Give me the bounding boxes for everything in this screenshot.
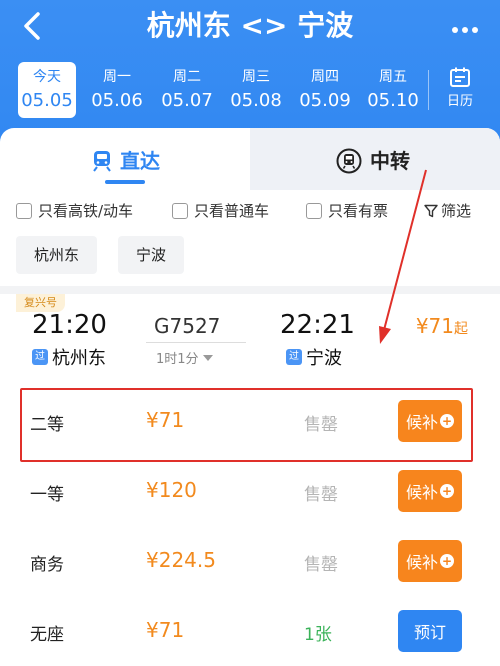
date-item-0507[interactable]: 周二 05.07 (158, 62, 216, 118)
checkbox[interactable] (172, 202, 188, 219)
date-divider (428, 70, 429, 110)
seat-price: ¥71 (146, 408, 185, 432)
filter-bar: 只看高铁/动车 只看普通车 只看有票 筛选 (16, 200, 486, 222)
seat-price: ¥120 (146, 478, 197, 502)
date-day: 05.05 (21, 90, 73, 111)
depart-time: 21:20 (32, 310, 107, 340)
seat-price: ¥71 (146, 618, 185, 642)
date-item-0510[interactable]: 周五 05.10 (364, 62, 422, 118)
date-day: 05.09 (299, 90, 351, 111)
train-icon (93, 151, 111, 172)
caret-down-icon (202, 354, 213, 361)
from-station-name: 杭州东 (52, 348, 106, 369)
date-weekday: 今天 (33, 69, 61, 85)
more-icon[interactable] (452, 18, 482, 33)
plus-circle-icon: + (440, 554, 454, 568)
section-divider (0, 286, 500, 294)
station-chip-to[interactable]: 宁波 (118, 236, 185, 274)
waitlist-button[interactable]: 候补 + (398, 470, 462, 512)
filter-button[interactable]: 筛选 (424, 200, 471, 221)
waitlist-button[interactable]: 候补 + (398, 400, 462, 442)
tab-active-indicator (105, 180, 145, 184)
calendar-button[interactable]: 日历 (440, 64, 480, 109)
from-station: 过 杭州东 (32, 344, 106, 370)
transfer-train-icon (336, 148, 362, 174)
tab-transfer[interactable]: 中转 (336, 146, 410, 176)
date-weekday: 周五 (379, 69, 407, 85)
waitlist-label: 候补 (405, 553, 438, 572)
filter-available-label: 只看有票 (328, 202, 389, 220)
price-from: ¥71起 (416, 314, 468, 338)
date-item-0506[interactable]: 周一 05.06 (88, 62, 146, 118)
filter-high-speed-label: 只看高铁/动车 (38, 202, 134, 220)
seat-name: 一等 (30, 485, 64, 505)
station-chip-from[interactable]: 杭州东 (16, 236, 98, 274)
checkbox[interactable] (306, 202, 322, 219)
train-number: G7527 (154, 314, 221, 338)
funnel-icon (424, 204, 438, 217)
duration[interactable]: 1时1分 (156, 348, 213, 367)
seat-status: 1张 (304, 625, 332, 645)
page-title: 杭州东 <> 宁波 (146, 9, 354, 42)
date-item-0509[interactable]: 周四 05.09 (296, 62, 354, 118)
to-station-name: 宁波 (306, 348, 342, 369)
train-card[interactable]: 复兴号 21:20 G7527 1时1分 22:21 ¥71起 过 杭州东 过 … (16, 294, 484, 666)
date-weekday: 周一 (103, 69, 131, 85)
book-button[interactable]: 预订 (398, 610, 462, 652)
seat-price: ¥224.5 (146, 548, 216, 572)
checkbox[interactable] (16, 202, 32, 219)
waitlist-label: 候补 (405, 413, 438, 432)
date-selector: 今天 05.05 周一 05.06 周二 05.07 周三 05.08 周四 0… (18, 62, 488, 118)
date-day: 05.06 (91, 90, 143, 111)
pass-tag: 过 (286, 349, 302, 365)
date-day: 05.08 (230, 90, 282, 111)
price-from-value: ¥71 (415, 314, 454, 338)
book-label: 预订 (413, 623, 446, 642)
tab-direct[interactable]: 直达 (92, 146, 160, 176)
seat-name: 无座 (30, 625, 64, 645)
date-weekday: 周二 (173, 69, 201, 85)
filter-normal[interactable]: 只看普通车 (172, 200, 269, 221)
filter-available[interactable]: 只看有票 (306, 200, 388, 221)
plus-circle-icon: + (440, 414, 454, 428)
seat-row-first: 一等 ¥120 售罄 候补 + (16, 456, 484, 526)
date-weekday: 周三 (242, 69, 270, 85)
seat-status: 售罄 (304, 485, 338, 505)
seat-status: 售罄 (304, 415, 338, 435)
seat-row-second: 二等 ¥71 售罄 候补 + (16, 386, 484, 456)
date-item-0508[interactable]: 周三 05.08 (227, 62, 285, 118)
date-item-today[interactable]: 今天 05.05 (18, 62, 76, 118)
seat-row-business: 商务 ¥224.5 售罄 候补 + (16, 526, 484, 596)
waitlist-label: 候补 (405, 483, 438, 502)
calendar-icon (450, 67, 470, 87)
seat-row-standing: 无座 ¥71 1张 预订 (16, 596, 484, 666)
date-weekday: 周四 (311, 69, 339, 85)
price-from-suffix: 起 (454, 321, 468, 337)
filter-normal-label: 只看普通车 (194, 202, 270, 220)
tab-direct-label: 直达 (120, 149, 160, 173)
calendar-label: 日历 (446, 94, 473, 109)
to-station: 过 宁波 (286, 344, 342, 370)
pass-tag: 过 (32, 349, 48, 365)
waitlist-button[interactable]: 候补 + (398, 540, 462, 582)
filter-button-label: 筛选 (441, 202, 472, 220)
seat-name: 商务 (30, 555, 64, 575)
route-line (146, 342, 246, 343)
filter-high-speed[interactable]: 只看高铁/动车 (16, 200, 133, 221)
arrive-time: 22:21 (280, 310, 355, 340)
plus-circle-icon: + (440, 484, 454, 498)
date-day: 05.10 (367, 90, 419, 111)
tab-transfer-label: 中转 (370, 149, 410, 173)
seat-name: 二等 (30, 415, 64, 435)
seat-status: 售罄 (304, 555, 338, 575)
duration-text: 1时1分 (156, 352, 199, 367)
date-day: 05.07 (161, 90, 213, 111)
